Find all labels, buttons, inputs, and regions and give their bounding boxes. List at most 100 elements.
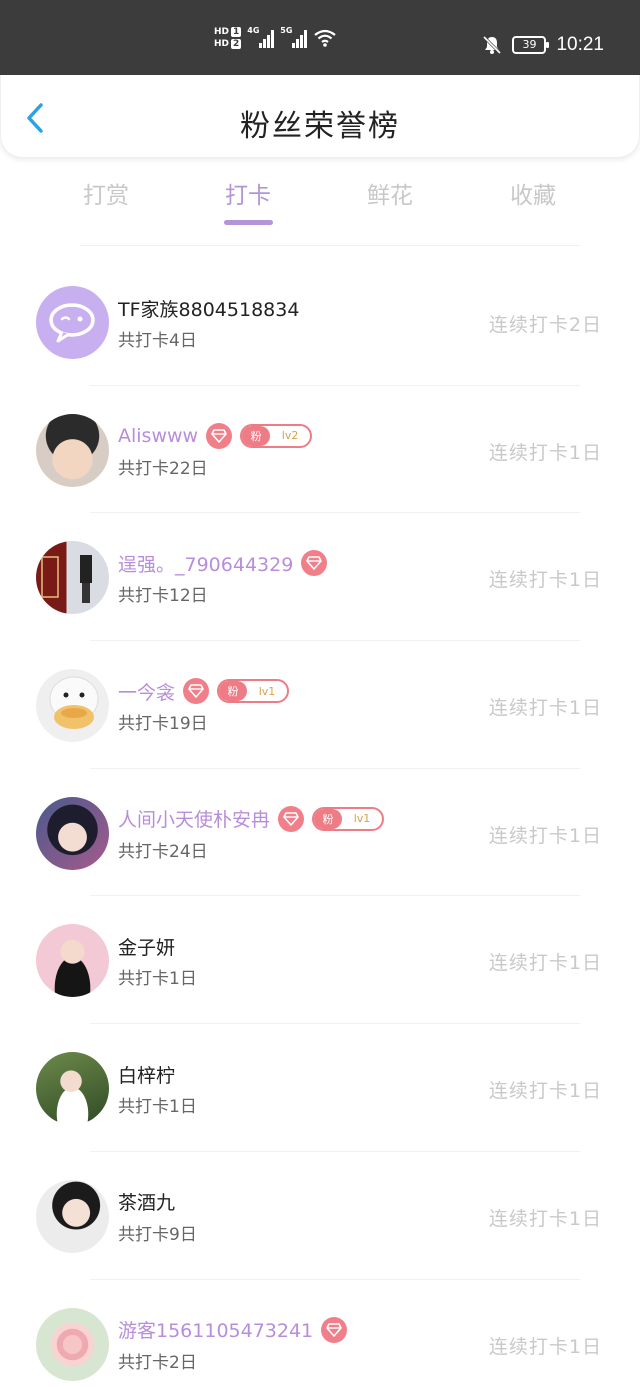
list-item[interactable]: Aliswww 粉 lv2 共打卡22日 连续打卡1日 [0, 386, 640, 514]
name-line: TF家族8804518834 [118, 294, 299, 322]
tab-bar: 打赏 打卡 鲜花 收藏 [0, 168, 640, 228]
fan-name: 一今衾 [118, 681, 176, 704]
name-line: 逞强。_790644329 [118, 549, 328, 577]
fan-level-badge: 粉 lv1 [217, 679, 290, 704]
streak-checkin: 连续打卡1日 [488, 697, 602, 720]
fan-badge-label: 粉 [314, 808, 343, 829]
wifi-icon [314, 29, 336, 47]
list-item[interactable]: 茶酒九 共打卡9日 连续打卡1日 [0, 1152, 640, 1280]
streak-checkin: 连续打卡1日 [488, 1335, 602, 1358]
total-checkin: 共打卡22日 [118, 458, 208, 479]
avatar[interactable] [36, 1179, 109, 1253]
sim-number: 1 [231, 27, 242, 37]
fan-badge-label: 粉 [242, 425, 271, 446]
total-checkin: 共打卡9日 [118, 1224, 197, 1245]
tab-favorites[interactable]: 收藏 [473, 176, 593, 210]
status-right: 39 10:21 [482, 34, 604, 56]
divider [80, 245, 580, 246]
active-tab-indicator [224, 220, 273, 225]
fan-level-badge: 粉 lv1 [312, 806, 385, 831]
fan-name: 人间小天使朴安冉 [118, 809, 271, 832]
avatar-art [49, 676, 99, 730]
avatar[interactable] [36, 541, 109, 615]
network-type-label: 5G [280, 26, 293, 35]
avatar[interactable] [36, 1307, 109, 1381]
total-checkin: 共打卡1日 [118, 969, 197, 990]
mute-bell-icon [483, 35, 502, 55]
hd-badge-2: HD 2 [214, 39, 242, 49]
diamond-icon [206, 422, 233, 449]
name-line: 金子妍 [118, 932, 175, 960]
streak-checkin: 连续打卡1日 [488, 1080, 602, 1103]
total-checkin: 共打卡24日 [118, 841, 208, 862]
fan-level-badge: 粉 lv2 [240, 423, 313, 448]
tab-checkin[interactable]: 打卡 [188, 176, 308, 210]
status-bar: HD 1 HD 2 4G 5G 39 10:21 [0, 0, 640, 75]
network-indicators: HD 1 HD 2 4G 5G [214, 26, 337, 49]
name-line: 游客1561105473241 [118, 1316, 348, 1344]
avatar[interactable] [36, 796, 109, 870]
streak-checkin: 连续打卡2日 [488, 314, 602, 336]
list-item[interactable]: 白梓柠 共打卡1日 连续打卡1日 [0, 1024, 640, 1152]
tab-tips[interactable]: 打赏 [46, 176, 166, 210]
battery-icon: 39 [512, 36, 550, 54]
nav-header: 粉丝荣誉榜 [0, 75, 640, 158]
network-type-label: 4G [247, 26, 260, 35]
sim-number: 2 [231, 39, 242, 49]
chat-bubble-icon [49, 303, 95, 343]
total-checkin: 共打卡4日 [118, 331, 197, 351]
name-line: 人间小天使朴安冉 粉 lv1 [118, 805, 385, 833]
signal-4g-icon: 4G [247, 26, 275, 48]
list-item[interactable]: TF家族8804518834 共打卡4日 连续打卡2日 [0, 258, 640, 386]
name-line: Aliswww 粉 lv2 [118, 422, 313, 450]
total-checkin: 共打卡2日 [118, 1352, 197, 1373]
fan-name: TF家族8804518834 [118, 298, 300, 321]
fan-name: 茶酒九 [118, 1192, 176, 1215]
avatar-art [41, 555, 92, 604]
avatar[interactable] [36, 924, 109, 998]
hd-label: HD [214, 27, 230, 37]
page-title: 粉丝荣誉榜 [240, 109, 400, 144]
total-checkin: 共打卡12日 [118, 586, 208, 607]
diamond-icon [278, 805, 305, 832]
list-item[interactable]: 金子妍 共打卡1日 连续打卡1日 [0, 896, 640, 1025]
list-item[interactable]: 一今衾 粉 lv1 共打卡19日 连续打卡1日 [0, 641, 640, 769]
fan-level: lv1 [353, 812, 371, 826]
streak-checkin: 连续打卡1日 [488, 824, 602, 847]
total-checkin: 共打卡19日 [118, 714, 208, 735]
avatar[interactable] [36, 1052, 109, 1126]
avatar[interactable] [36, 413, 109, 487]
hd-badges: HD 1 HD 2 [214, 27, 242, 49]
list-item[interactable]: 游客1561105473241 共打卡2日 连续打卡1日 [0, 1280, 640, 1387]
hd-label: HD [214, 39, 230, 49]
fan-name: 逞强。_790644329 [118, 553, 294, 576]
streak-checkin: 连续打卡1日 [488, 1207, 602, 1230]
total-checkin: 共打卡1日 [118, 1097, 197, 1118]
diamond-icon [183, 678, 210, 705]
hd-badge-1: HD 1 [214, 27, 242, 37]
name-line: 白梓柠 [118, 1060, 175, 1088]
streak-checkin: 连续打卡1日 [488, 441, 602, 464]
diamond-icon [301, 550, 328, 577]
fan-badge-label: 粉 [219, 681, 248, 702]
name-line: 一今衾 粉 lv1 [118, 677, 290, 705]
battery-level: 39 [522, 38, 537, 51]
clock: 10:21 [556, 34, 604, 55]
diamond-icon [321, 1316, 348, 1343]
fan-name: Aliswww [118, 424, 199, 447]
fan-list: TF家族8804518834 共打卡4日 连续打卡2日 Aliswww 粉 lv… [0, 258, 640, 1387]
list-item[interactable]: 人间小天使朴安冉 粉 lv1 共打卡24日 连续打卡1日 [0, 769, 640, 897]
list-item[interactable]: 逞强。_790644329 共打卡12日 连续打卡1日 [0, 513, 640, 642]
fan-name: 白梓柠 [118, 1064, 176, 1087]
avatar[interactable] [36, 286, 109, 359]
fan-name: 游客1561105473241 [118, 1320, 314, 1342]
fan-level: lv2 [281, 429, 299, 443]
tab-flowers[interactable]: 鲜花 [330, 176, 450, 210]
streak-checkin: 连续打卡1日 [488, 952, 602, 975]
avatar[interactable] [36, 669, 109, 743]
fan-level: lv1 [258, 684, 276, 698]
signal-5g-icon: 5G [280, 26, 308, 48]
fan-name: 金子妍 [118, 936, 176, 959]
name-line: 茶酒九 [118, 1188, 175, 1216]
streak-checkin: 连续打卡1日 [488, 569, 602, 592]
